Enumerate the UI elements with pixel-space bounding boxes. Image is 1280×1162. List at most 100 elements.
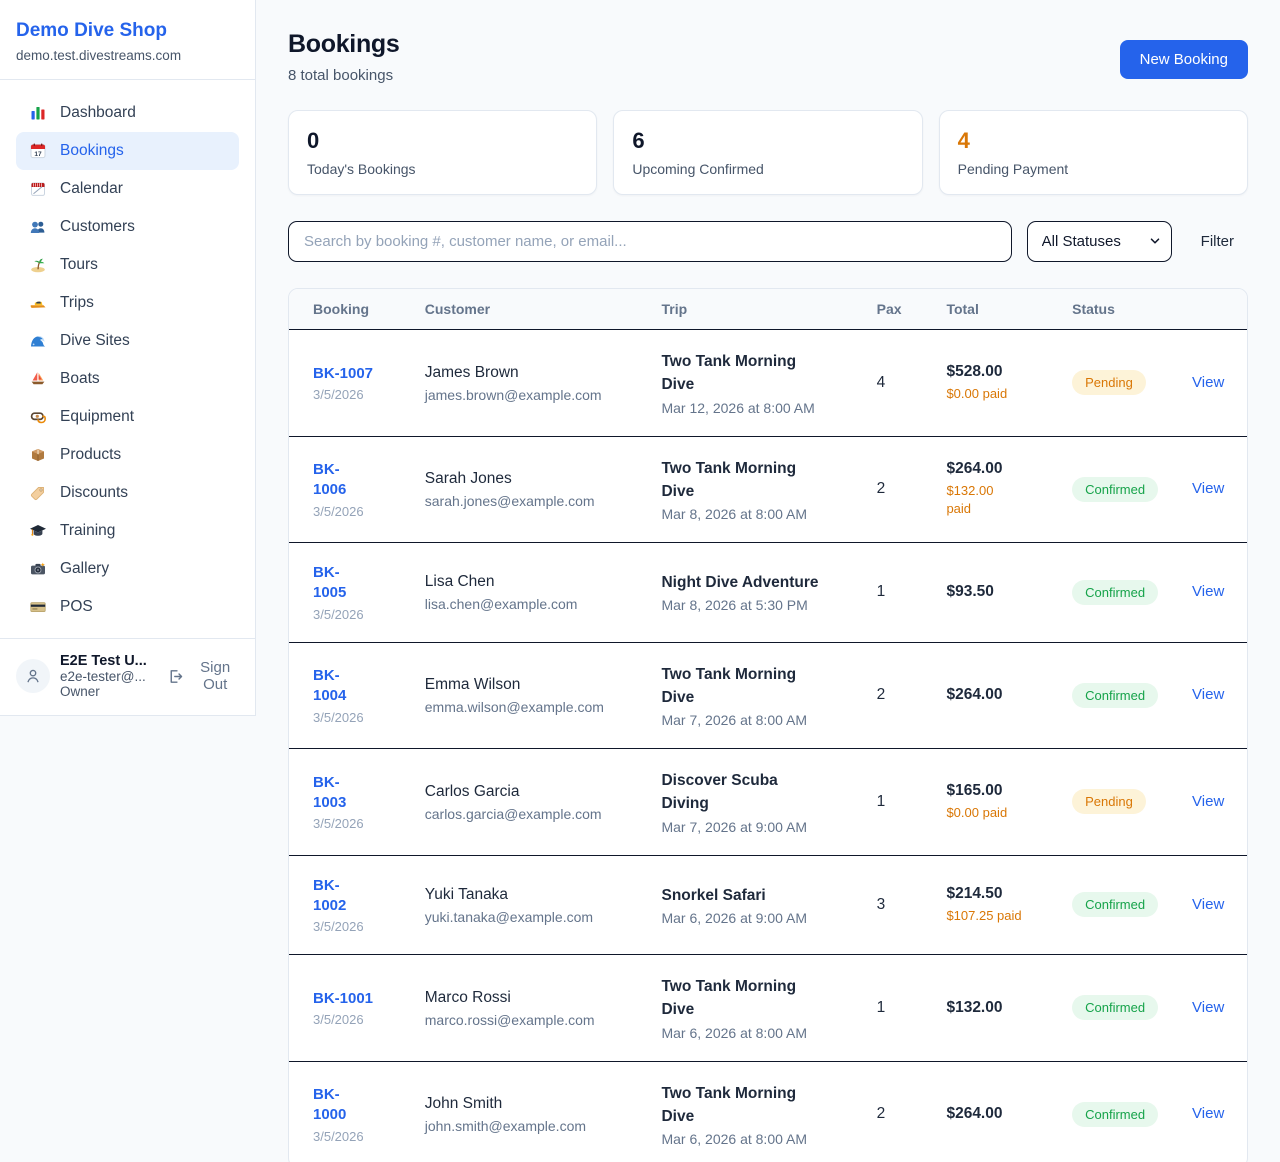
status-badge: Confirmed: [1072, 995, 1158, 1020]
sidebar-item-training[interactable]: Training: [16, 512, 239, 550]
booking-row: BK- 10043/5/2026Emma Wilsonemma.wilson@e…: [289, 642, 1247, 749]
trip-name: Two Tank Morning Dive: [661, 975, 852, 1022]
booking-date: 3/5/2026: [313, 1129, 401, 1144]
new-booking-button[interactable]: New Booking: [1120, 40, 1248, 79]
booking-id-link[interactable]: BK-1007: [313, 364, 373, 384]
stat-value: 6: [632, 128, 903, 154]
customer-name: Yuki Tanaka: [425, 885, 638, 906]
camera-icon: [29, 560, 47, 578]
booking-date: 3/5/2026: [313, 607, 401, 622]
sidebar-item-label: Dive Sites: [60, 332, 130, 350]
trip-datetime: Mar 6, 2026 at 9:00 AM: [661, 910, 852, 926]
sidebar-item-bookings[interactable]: 17Bookings: [16, 132, 239, 170]
trip-datetime: Mar 6, 2026 at 8:00 AM: [661, 1025, 852, 1041]
paid-amount: $132.00 paid: [946, 482, 1048, 518]
stat-label: Today's Bookings: [307, 161, 578, 177]
status-select-wrap: All Statuses: [1027, 221, 1172, 262]
shop-name: Demo Dive Shop: [16, 20, 235, 42]
user-info: E2E Test U... e2e-tester@... Owner: [60, 653, 157, 699]
sidebar-item-equipment[interactable]: Equipment: [16, 398, 239, 436]
sidebar-item-label: POS: [60, 598, 93, 616]
total-amount: $214.50: [946, 885, 1048, 903]
booking-row: BK-10013/5/2026Marco Rossimarco.rossi@ex…: [289, 955, 1247, 1062]
shop-domain: demo.test.divestreams.com: [16, 48, 235, 63]
booking-row: BK- 10033/5/2026Carlos Garciacarlos.garc…: [289, 749, 1247, 856]
sidebar-item-tours[interactable]: Tours: [16, 246, 239, 284]
view-link[interactable]: View: [1192, 1105, 1224, 1122]
paid-amount: $0.00 paid: [946, 385, 1048, 403]
sidebar-item-label: Boats: [60, 370, 100, 388]
status-badge: Pending: [1072, 370, 1146, 395]
sidebar-item-products[interactable]: Products: [16, 436, 239, 474]
view-link[interactable]: View: [1192, 583, 1224, 600]
sidebar-item-gallery[interactable]: Gallery: [16, 550, 239, 588]
sidebar-item-pos[interactable]: POS: [16, 588, 239, 626]
customer-name: Marco Rossi: [425, 988, 638, 1009]
trip-datetime: Mar 12, 2026 at 8:00 AM: [661, 400, 852, 416]
sidebar-item-label: Training: [60, 522, 115, 540]
stat-label: Upcoming Confirmed: [632, 161, 903, 177]
customer-name: Lisa Chen: [425, 572, 638, 593]
total-amount: $528.00: [946, 363, 1048, 381]
customer-email: yuki.tanaka@example.com: [425, 909, 638, 925]
sidebar-item-customers[interactable]: Customers: [16, 208, 239, 246]
table-header: BookingCustomerTripPaxTotalStatus: [289, 289, 1247, 330]
sign-out-button[interactable]: Sign Out: [167, 659, 239, 693]
user-email: e2e-tester@...: [60, 669, 157, 684]
customer-name: Sarah Jones: [425, 469, 638, 490]
pax-count: 1: [877, 583, 923, 601]
customer-email: marco.rossi@example.com: [425, 1012, 638, 1028]
page-title-block: Bookings 8 total bookings: [288, 30, 400, 84]
booking-row: BK- 10053/5/2026Lisa Chenlisa.chen@examp…: [289, 543, 1247, 643]
sidebar-item-label: Customers: [60, 218, 135, 236]
trip-name: Two Tank Morning Dive: [661, 350, 852, 397]
sidebar-item-calendar[interactable]: Calendar: [16, 170, 239, 208]
booking-id-link[interactable]: BK- 1006: [313, 460, 346, 501]
column-header-booking: Booking: [289, 289, 413, 330]
booking-id-link[interactable]: BK- 1004: [313, 666, 346, 707]
total-amount: $264.00: [946, 686, 1048, 704]
pax-count: 1: [877, 793, 923, 811]
status-select[interactable]: All Statuses: [1027, 221, 1172, 262]
booking-id-link[interactable]: BK- 1002: [313, 876, 346, 917]
pax-count: 4: [877, 374, 923, 392]
sidebar-item-boats[interactable]: Boats: [16, 360, 239, 398]
svg-text:17: 17: [34, 151, 42, 158]
sidebar-item-label: Tours: [60, 256, 98, 274]
trip-name: Night Dive Adventure: [661, 571, 852, 594]
total-amount: $132.00: [946, 999, 1048, 1017]
sidebar-item-trips[interactable]: Trips: [16, 284, 239, 322]
stat-card-pending-payment: 4Pending Payment: [939, 110, 1248, 195]
page-header: Bookings 8 total bookings New Booking: [288, 30, 1248, 84]
sidebar-item-dashboard[interactable]: Dashboard: [16, 94, 239, 132]
search-input[interactable]: [288, 221, 1012, 262]
sidebar-item-label: Equipment: [60, 408, 134, 426]
view-link[interactable]: View: [1192, 686, 1224, 703]
total-amount: $165.00: [946, 782, 1048, 800]
view-link[interactable]: View: [1192, 374, 1224, 391]
booking-id-link[interactable]: BK- 1005: [313, 563, 346, 604]
view-link[interactable]: View: [1192, 896, 1224, 913]
booking-id-link[interactable]: BK- 1000: [313, 1085, 346, 1126]
customer-email: john.smith@example.com: [425, 1118, 638, 1134]
stat-value: 4: [958, 128, 1229, 154]
booking-id-link[interactable]: BK- 1003: [313, 773, 346, 814]
total-amount: $264.00: [946, 1105, 1048, 1123]
sidebar-item-dive-sites[interactable]: Dive Sites: [16, 322, 239, 360]
sidebar-item-label: Dashboard: [60, 104, 136, 122]
column-header-customer: Customer: [413, 289, 650, 330]
booking-date: 3/5/2026: [313, 919, 401, 934]
calendar-date-icon: 17: [29, 142, 47, 160]
pax-count: 2: [877, 686, 923, 704]
sidebar-item-discounts[interactable]: Discounts: [16, 474, 239, 512]
booking-id-link[interactable]: BK-1001: [313, 989, 373, 1009]
stats-row: 0Today's Bookings6Upcoming Confirmed4Pen…: [288, 110, 1248, 195]
main-content: Bookings 8 total bookings New Booking 0T…: [256, 0, 1280, 1162]
customer-name: Carlos Garcia: [425, 782, 638, 803]
view-link[interactable]: View: [1192, 793, 1224, 810]
view-link[interactable]: View: [1192, 999, 1224, 1016]
filter-button[interactable]: Filter: [1187, 233, 1248, 250]
booking-row: BK- 1002 3/5/2026 Yuki Tanaka yuki.tanaka@e…: [289, 855, 1247, 955]
view-link[interactable]: View: [1192, 480, 1224, 497]
status-badge: Pending: [1072, 789, 1146, 814]
